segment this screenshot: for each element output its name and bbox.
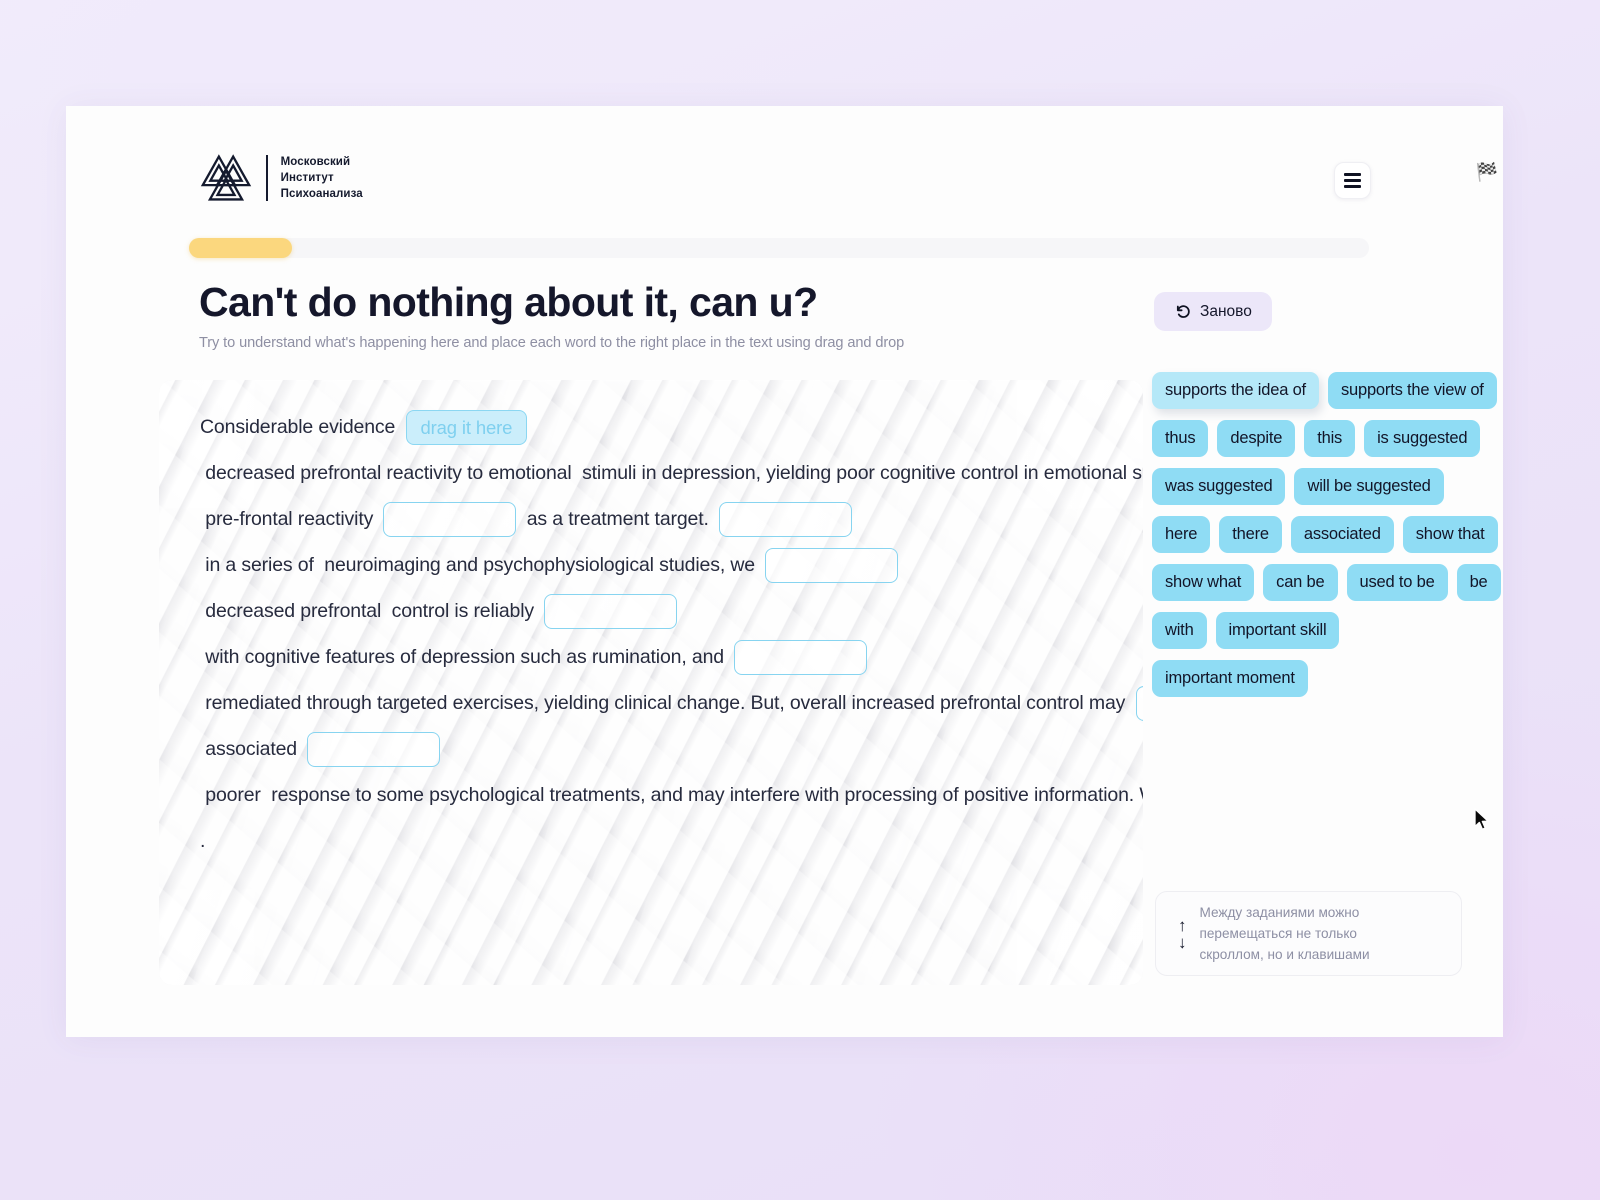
restart-button[interactable]: Заново — [1154, 292, 1272, 331]
arrow-down-icon: ↓ — [1178, 932, 1187, 952]
word-chip[interactable]: with — [1152, 612, 1207, 649]
exercise-text-run: as a treatment target. — [521, 508, 715, 530]
drop-slot-empty[interactable] — [544, 594, 678, 630]
word-chip[interactable]: important skill — [1215, 612, 1340, 649]
word-chip[interactable]: there — [1219, 516, 1282, 553]
exercise-text: Considerable evidence drag it here decre… — [200, 404, 1143, 864]
exercise-text-run: poorer response to some psychological tr… — [205, 784, 1143, 806]
undo-arrow-icon — [1176, 305, 1190, 318]
page-header: Московский Институт Психоанализа — [199, 153, 1371, 223]
word-bank: supports the idea of supports the view of… — [1152, 372, 1502, 697]
drop-slot-active[interactable]: drag it here — [405, 410, 528, 446]
drop-slot-empty[interactable] — [1135, 686, 1143, 722]
word-chip[interactable]: despite — [1217, 420, 1296, 457]
keyboard-hint-card: ↑ ↓ Между заданиями можно перемещаться н… — [1155, 891, 1462, 976]
exercise-text-run: decreased prefrontal control is reliably — [200, 600, 540, 622]
word-chip[interactable]: will be suggested — [1294, 468, 1444, 505]
arrow-up-down-icon: ↑ ↓ — [1178, 917, 1187, 951]
drop-slot-empty[interactable] — [307, 732, 441, 768]
word-chip[interactable]: used to be — [1346, 564, 1448, 601]
word-chip[interactable]: show that — [1402, 516, 1498, 553]
word-chip[interactable]: associated — [1290, 516, 1394, 553]
word-chip[interactable]: can be — [1263, 564, 1338, 601]
exercise-text-run: pre-frontal reactivity — [200, 508, 379, 530]
restart-button-label: Заново — [1200, 302, 1252, 320]
exercise-text-run: decreased prefrontal reactivity to emoti… — [200, 462, 1143, 484]
drop-slot-empty[interactable] — [719, 502, 853, 538]
valknut-triangles-logo-icon — [200, 154, 252, 201]
word-chip[interactable]: this — [1304, 420, 1356, 457]
word-chip[interactable]: was suggested — [1152, 468, 1286, 505]
word-chip[interactable]: important moment — [1152, 660, 1308, 697]
word-chip[interactable]: here — [1152, 516, 1211, 553]
drop-slot-empty[interactable] — [734, 640, 868, 676]
word-chip[interactable]: is suggested — [1364, 420, 1481, 457]
menu-bar — [1344, 179, 1361, 182]
exercise-text-run: remediated through targeted exercises, y… — [200, 692, 1131, 714]
arrow-up-icon: ↑ — [1178, 915, 1187, 935]
finish-flag-icon: 🏁 — [1475, 162, 1498, 182]
exercise-text-run: with cognitive features of depression su… — [200, 646, 730, 668]
word-chip[interactable]: show what — [1152, 564, 1255, 601]
menu-bar — [1344, 185, 1361, 188]
word-chip[interactable]: supports the idea of — [1152, 372, 1319, 409]
progress-bar — [189, 238, 1369, 258]
exercise-text-run: in a series of neuroimaging and psychoph… — [200, 554, 761, 576]
menu-bar — [1344, 173, 1361, 176]
exercise-text-run: associated — [200, 738, 303, 760]
keyboard-hint-text: Между заданиями можно перемещаться не то… — [1199, 904, 1370, 963]
page-subtitle: Try to understand what's happening here … — [199, 334, 905, 351]
exercise-paper: Considerable evidence drag it here decre… — [159, 380, 1143, 985]
brand-name: Московский Институт Психоанализа — [280, 155, 363, 201]
hamburger-menu-button[interactable] — [1334, 162, 1371, 199]
exercise-text-run: Considerable evidence — [200, 416, 401, 438]
word-chip[interactable]: be — [1456, 564, 1501, 601]
drop-slot-empty[interactable] — [383, 502, 517, 538]
word-bank-chips: supports the idea of supports the view of… — [1152, 372, 1502, 697]
word-chip[interactable]: supports the view of — [1327, 372, 1497, 409]
logo-divider — [266, 155, 268, 201]
main-card: Московский Институт Психоанализа 🏁 Can't… — [66, 106, 1503, 1037]
drop-slot-empty[interactable] — [765, 548, 899, 584]
exercise-text-run: . — [200, 830, 206, 852]
word-chip[interactable]: thus — [1152, 420, 1209, 457]
title-block: Can't do nothing about it, can u? Try to… — [199, 279, 1079, 351]
brand-logo[interactable]: Московский Институт Психоанализа — [199, 153, 363, 203]
page-title: Can't do nothing about it, can u? — [199, 279, 818, 325]
progress-bar-fill — [189, 238, 292, 258]
